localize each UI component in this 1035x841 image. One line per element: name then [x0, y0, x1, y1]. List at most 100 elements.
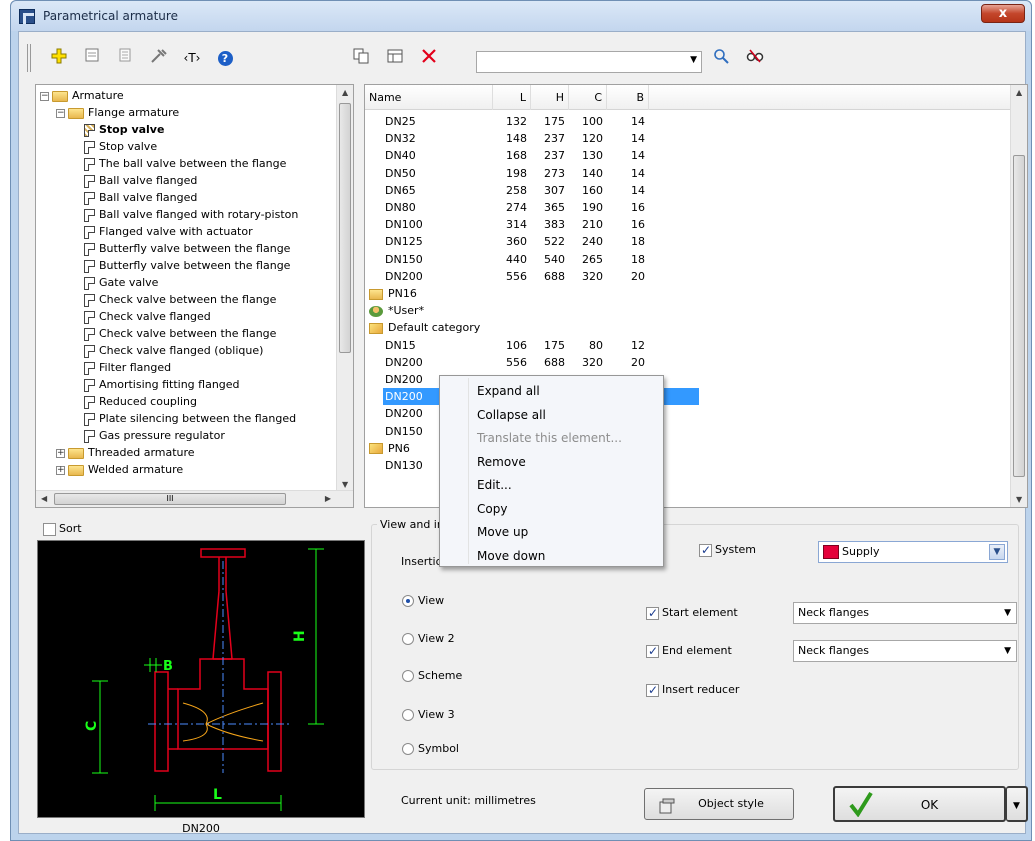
- scroll-up-icon[interactable]: ▲: [1016, 88, 1022, 97]
- cell-h[interactable]: 540: [531, 251, 565, 268]
- cell-h[interactable]: 383: [531, 216, 565, 233]
- find-icon[interactable]: [745, 48, 765, 68]
- tree-item[interactable]: + Threaded armature: [56, 444, 195, 461]
- help-icon[interactable]: ?: [215, 48, 235, 68]
- cell-l[interactable]: 132: [493, 113, 527, 130]
- scroll-down-icon[interactable]: ▼: [342, 480, 348, 489]
- tree-item[interactable]: Plate silencing between the flanged: [72, 410, 296, 427]
- cell-l[interactable]: 360: [493, 233, 527, 250]
- tree-item[interactable]: Stop valve: [72, 138, 157, 155]
- tree-item[interactable]: Check valve between the flange: [72, 291, 276, 308]
- tree-item[interactable]: Amortising fitting flanged: [72, 376, 240, 393]
- scroll-up-icon[interactable]: ▲: [342, 88, 348, 97]
- chevron-down-icon[interactable]: ▼: [989, 544, 1005, 560]
- cell-h[interactable]: 175: [531, 337, 565, 354]
- chevron-down-icon[interactable]: ▼: [690, 55, 697, 65]
- cell-b[interactable]: 20: [607, 354, 645, 371]
- search-icon[interactable]: [711, 48, 731, 68]
- cell-b[interactable]: 14: [607, 182, 645, 199]
- menu-item-move-down[interactable]: Move down: [477, 545, 545, 567]
- table-row[interactable]: Default category: [365, 319, 1012, 336]
- chevron-down-icon[interactable]: ▼: [1004, 603, 1011, 623]
- grid-scroll-thumb[interactable]: [1013, 155, 1025, 477]
- table-icon[interactable]: [385, 48, 405, 68]
- tree-hscroll-thumb[interactable]: III: [54, 493, 286, 505]
- expand-icon[interactable]: +: [56, 448, 65, 458]
- cell-b[interactable]: 18: [607, 233, 645, 250]
- cell-c[interactable]: 265: [569, 251, 603, 268]
- table-row[interactable]: DN40 168 237 130 14: [365, 147, 1012, 164]
- cell-l[interactable]: 556: [493, 354, 527, 371]
- cell-b[interactable]: 14: [607, 113, 645, 130]
- tree-item[interactable]: Stop valve: [72, 121, 164, 138]
- table-row[interactable]: DN80 274 365 190 16: [365, 199, 1012, 216]
- table-row[interactable]: *User*: [365, 302, 1012, 319]
- column-header-l[interactable]: L: [493, 85, 531, 110]
- radio-scheme[interactable]: Scheme: [402, 669, 462, 682]
- system-checkbox-box[interactable]: [699, 543, 712, 557]
- cell-c[interactable]: 80: [569, 337, 603, 354]
- text-icon[interactable]: ‹T›: [182, 48, 202, 68]
- system-select[interactable]: Supply ▼: [818, 541, 1008, 563]
- cell-l[interactable]: 168: [493, 147, 527, 164]
- cell-c[interactable]: 190: [569, 199, 603, 216]
- cell-h[interactable]: 688: [531, 268, 565, 285]
- cell-b[interactable]: 16: [607, 199, 645, 216]
- cell-b[interactable]: 18: [607, 251, 645, 268]
- cell-h[interactable]: 307: [531, 182, 565, 199]
- insert-reducer-checkbox[interactable]: Insert reducer: [646, 683, 739, 697]
- tree-vertical-scrollbar[interactable]: ▲ ▼: [336, 85, 353, 492]
- cell-c[interactable]: 320: [569, 354, 603, 371]
- cell-c[interactable]: 120: [569, 130, 603, 147]
- column-header-h[interactable]: H: [531, 85, 569, 110]
- column-header-name[interactable]: Name: [365, 85, 493, 110]
- cell-h[interactable]: 237: [531, 130, 565, 147]
- chevron-down-icon[interactable]: ▼: [1013, 801, 1020, 811]
- scroll-right-icon[interactable]: ▶: [325, 494, 331, 503]
- menu-item-copy[interactable]: Copy: [477, 498, 507, 520]
- menu-item-move-up[interactable]: Move up: [477, 521, 528, 543]
- cell-h[interactable]: 237: [531, 147, 565, 164]
- radio-view-3-dot[interactable]: [402, 709, 414, 721]
- cell-l[interactable]: 314: [493, 216, 527, 233]
- list-icon[interactable]: [115, 48, 135, 68]
- cell-l[interactable]: 148: [493, 130, 527, 147]
- tree-item[interactable]: Gas pressure regulator: [72, 427, 225, 444]
- tree-item[interactable]: Check valve flanged: [72, 308, 211, 325]
- tree-scroll-thumb[interactable]: [339, 103, 351, 353]
- cell-b[interactable]: 14: [607, 147, 645, 164]
- sort-checkbox[interactable]: Sort: [43, 522, 82, 536]
- cell-c[interactable]: 320: [569, 268, 603, 285]
- table-row[interactable]: DN200 55668832020: [365, 354, 1012, 371]
- radio-view-3[interactable]: View 3: [402, 708, 455, 721]
- cell-h[interactable]: 273: [531, 165, 565, 182]
- collapse-icon[interactable]: −: [56, 108, 65, 118]
- tree-item[interactable]: Reduced coupling: [72, 393, 197, 410]
- tree-item[interactable]: Butterfly valve between the flange: [72, 240, 290, 257]
- cell-l[interactable]: 274: [493, 199, 527, 216]
- table-row[interactable]: DN125 360 522 240 18: [365, 233, 1012, 250]
- menu-item-collapse-all[interactable]: Collapse all: [477, 404, 546, 426]
- title-bar[interactable]: Parametrical armature x: [11, 1, 1031, 31]
- radio-view-2-dot[interactable]: [402, 633, 414, 645]
- delete-icon[interactable]: [419, 48, 439, 68]
- add-icon[interactable]: [49, 48, 69, 68]
- cell-l[interactable]: 258: [493, 182, 527, 199]
- tree-item[interactable]: Flanged valve with actuator: [72, 223, 253, 240]
- grid-vertical-scrollbar[interactable]: ▲ ▼: [1010, 85, 1027, 507]
- cell-b[interactable]: 14: [607, 130, 645, 147]
- insert-reducer-checkbox-box[interactable]: [646, 683, 659, 697]
- ok-button[interactable]: OK: [833, 786, 1006, 822]
- menu-item-edit[interactable]: Edit...: [477, 474, 512, 496]
- table-row[interactable]: PN16: [365, 285, 1012, 302]
- tree-item[interactable]: Ball valve flanged: [72, 189, 197, 206]
- chevron-down-icon[interactable]: ▼: [1004, 641, 1011, 661]
- cell-c[interactable]: 140: [569, 165, 603, 182]
- radio-view-dot[interactable]: [402, 595, 414, 607]
- column-header-b[interactable]: B: [607, 85, 649, 110]
- cell-l[interactable]: 106: [493, 337, 527, 354]
- search-combo[interactable]: ▼: [476, 51, 702, 73]
- tree-horizontal-scrollbar[interactable]: ◀ III ▶: [36, 490, 353, 507]
- table-row[interactable]: DN32 148 237 120 14: [365, 130, 1012, 147]
- menu-item-expand-all[interactable]: Expand all: [477, 380, 540, 402]
